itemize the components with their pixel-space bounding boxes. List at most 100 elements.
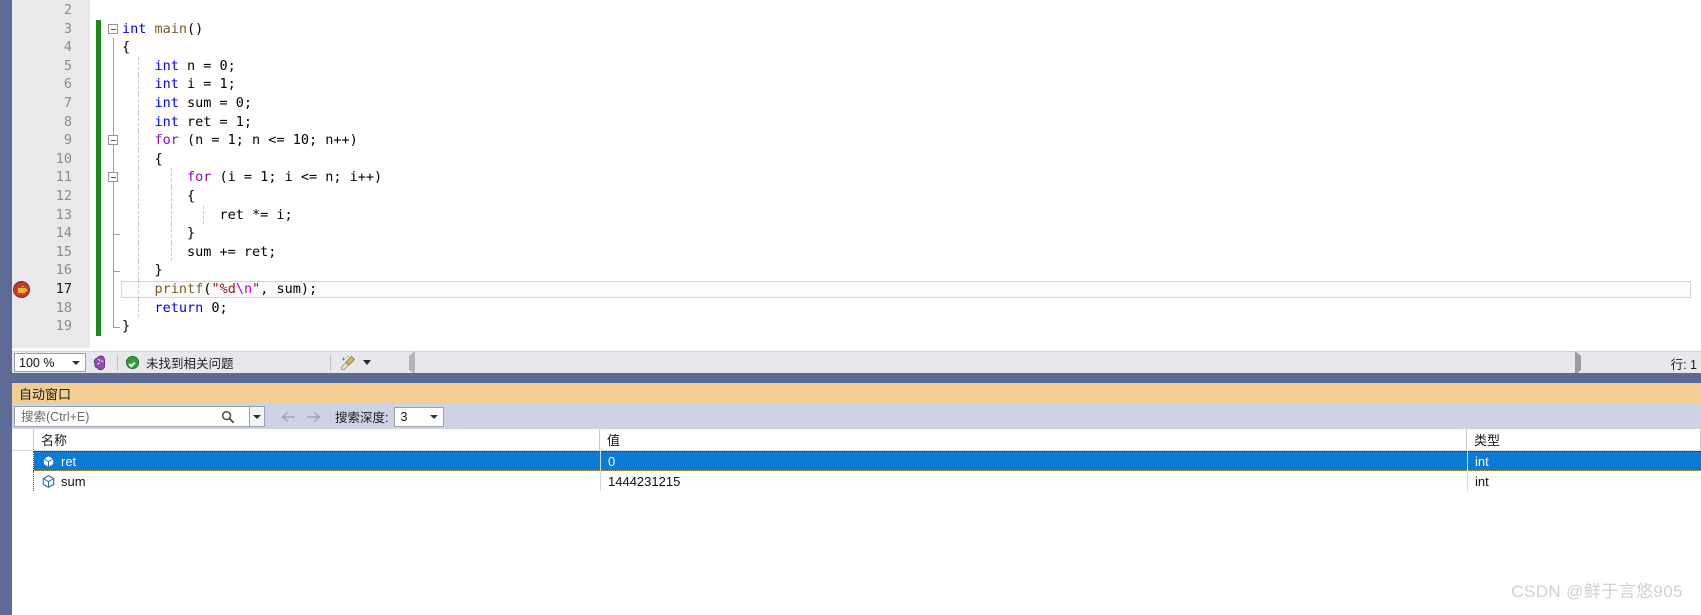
cell-name[interactable]: ret xyxy=(34,451,600,471)
autos-window: 自动窗口 搜索深度: xyxy=(12,373,1701,615)
search-depth-label: 搜索深度: xyxy=(335,411,389,425)
code-line[interactable]: 17 printf("%d\n", sum); xyxy=(12,280,1701,299)
cell-value[interactable]: 0 xyxy=(600,451,1467,471)
search-input-wrapper[interactable] xyxy=(14,406,250,427)
triangle-left-icon xyxy=(408,350,415,375)
chevron-down-icon xyxy=(253,415,261,419)
variable-icon xyxy=(41,474,56,489)
column-header-corner xyxy=(12,429,34,450)
broom-icon xyxy=(339,354,359,372)
outlining-line xyxy=(113,280,114,299)
code-line[interactable]: 10 { xyxy=(12,149,1701,169)
collapse-toggle-icon[interactable] xyxy=(108,23,118,34)
cell-type[interactable]: int xyxy=(1467,471,1701,491)
table-row[interactable]: ret 0 int xyxy=(12,451,1701,471)
line-number: 8 xyxy=(63,113,72,130)
column-header-value[interactable]: 值 xyxy=(600,429,1467,450)
problem-status-label: 未找到相关问题 xyxy=(146,357,234,371)
code-text: for (i = 1; i <= n; i++) xyxy=(187,169,383,186)
change-bar xyxy=(96,261,101,280)
code-line[interactable]: 12 { xyxy=(12,187,1701,206)
change-bar xyxy=(96,38,101,57)
code-line[interactable]: 4{ xyxy=(12,38,1701,57)
column-header-type[interactable]: 类型 xyxy=(1467,429,1701,450)
outlining-line xyxy=(113,75,114,94)
code-line[interactable]: 18 return 0; xyxy=(12,298,1701,318)
code-line[interactable]: 9 for (n = 1; n <= 10; n++) xyxy=(12,131,1701,150)
search-next-button[interactable] xyxy=(303,407,323,427)
brain-icon[interactable] xyxy=(91,354,109,372)
table-row[interactable]: sum 1444231215 int xyxy=(12,471,1701,491)
table-header-row: 名称值类型 xyxy=(12,429,1701,451)
code-text: } xyxy=(122,262,163,279)
outlining-line xyxy=(113,94,114,113)
outlining-line xyxy=(113,38,114,57)
cell-value[interactable]: 1444231215 xyxy=(600,471,1467,491)
code-line[interactable]: 3 int main() xyxy=(12,19,1701,39)
code-text: sum += ret; xyxy=(122,243,277,260)
outlining-line xyxy=(113,187,114,206)
code-line[interactable]: 8 int ret = 1; xyxy=(12,112,1701,132)
search-input[interactable] xyxy=(19,407,223,426)
status-separator-2 xyxy=(329,354,331,371)
code-editor[interactable]: 2 3 int main() 4{5 int n = 0; 6 int i = 1; 7 … xyxy=(12,0,1701,348)
row-header[interactable] xyxy=(12,451,34,471)
change-bar xyxy=(96,56,101,76)
cell-type[interactable]: int xyxy=(1467,451,1701,471)
collapse-toggle-icon[interactable] xyxy=(108,172,118,183)
search-icon[interactable] xyxy=(221,410,235,424)
column-header-name[interactable]: 名称 xyxy=(34,429,600,450)
row-header[interactable] xyxy=(12,471,34,491)
code-text: ret *= i; xyxy=(122,206,293,223)
code-line[interactable]: 13 ret *= i; xyxy=(12,205,1701,225)
code-text: int sum = 0; xyxy=(154,95,253,111)
code-line[interactable]: 19} xyxy=(12,317,1701,336)
autos-window-title[interactable]: 自动窗口 xyxy=(12,383,1701,404)
panel-chrome-gap xyxy=(12,373,1701,383)
change-bar xyxy=(96,317,101,336)
editor-status-bar: 100 % 未找到相关问题 行: 1 xyxy=(12,350,1701,375)
line-number: 17 xyxy=(55,281,72,297)
search-options-dropdown[interactable] xyxy=(250,406,265,427)
change-bar xyxy=(96,298,101,318)
status-bar-right-group: 行: 1 xyxy=(1574,351,1697,375)
code-line[interactable]: 7 int sum = 0; xyxy=(12,94,1701,113)
code-cleanup-button[interactable] xyxy=(339,352,371,374)
change-bar xyxy=(96,19,101,39)
zoom-level-value: 100 % xyxy=(19,355,55,370)
variable-type-label: int xyxy=(1475,453,1489,469)
code-line[interactable]: 15 sum += ret; xyxy=(12,242,1701,262)
current-statement-highlight xyxy=(121,280,1691,298)
collapse-toggle-icon[interactable] xyxy=(108,135,118,146)
outlining-line xyxy=(113,242,114,262)
code-text: int ret = 1; xyxy=(154,113,253,130)
code-line[interactable]: 11 for (i = 1; i <= n; i++) xyxy=(12,168,1701,187)
code-line[interactable]: 16 } xyxy=(12,261,1701,280)
code-line[interactable]: 2 xyxy=(12,1,1701,20)
line-number: 13 xyxy=(55,206,72,223)
code-text: for (n = 1; n <= 10; n++) xyxy=(154,132,358,149)
change-bar xyxy=(96,168,101,187)
scroll-right-button[interactable] xyxy=(1574,351,1581,375)
zoom-level-combobox[interactable]: 100 % xyxy=(14,353,86,372)
scroll-left-button[interactable] xyxy=(408,350,415,375)
change-bar xyxy=(96,205,101,225)
search-depth-combobox[interactable]: 3 xyxy=(394,406,445,427)
change-bar xyxy=(96,131,101,150)
outlining-line xyxy=(113,205,114,225)
code-line[interactable]: 14 } xyxy=(12,224,1701,243)
code-text: } xyxy=(122,318,131,335)
line-number: 11 xyxy=(55,169,72,186)
code-line[interactable]: 5 int n = 0; xyxy=(12,56,1701,76)
code-line[interactable]: 6 int i = 1; xyxy=(12,75,1701,94)
line-number: 3 xyxy=(63,20,72,37)
outlining-line xyxy=(113,56,114,76)
chevron-down-icon xyxy=(362,360,371,365)
autos-window-title-label: 自动窗口 xyxy=(19,387,72,402)
cell-name[interactable]: sum xyxy=(34,471,600,491)
line-number: 12 xyxy=(55,188,72,204)
outlining-line xyxy=(113,112,114,132)
line-number: 19 xyxy=(55,318,72,335)
change-bar xyxy=(96,187,101,206)
search-previous-button[interactable] xyxy=(279,407,299,427)
